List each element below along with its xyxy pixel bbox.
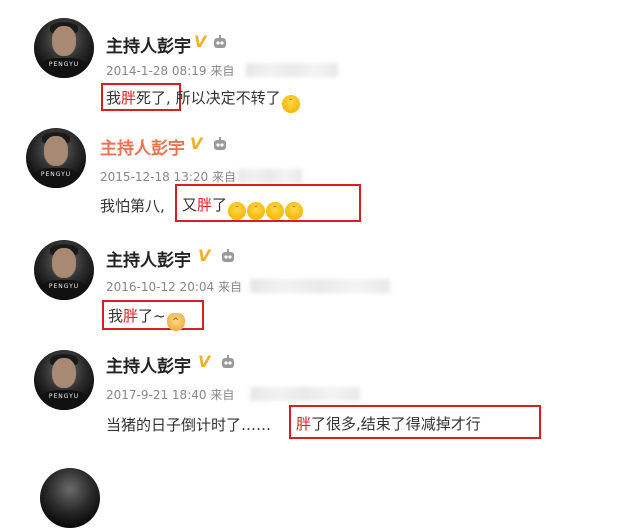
post-meta: 2017-9-21 18:40 来自 xyxy=(106,388,235,402)
avatar[interactable] xyxy=(40,468,100,528)
username[interactable]: 主持人彭宇 xyxy=(100,134,185,159)
cry-emoji-icon: ˘ xyxy=(228,202,247,220)
weibo-post: PENGYU 主持人彭宇 V 2017-9-21 18:40 来自 当猪的日子倒… xyxy=(0,340,640,528)
post-text-highlight: 胖了很多,结束了得减掉才行 xyxy=(296,413,481,434)
text-pre: 我 xyxy=(106,89,122,107)
avatar[interactable]: PENGYU xyxy=(26,128,86,188)
robot-icon xyxy=(222,249,234,262)
avatar-tag: PENGYU xyxy=(48,283,80,290)
avatar[interactable]: PENGYU xyxy=(34,18,94,78)
post-text: 我胖了~ ^ xyxy=(108,305,185,331)
post-text: 我胖死了, 所以决定不转了 ˘ xyxy=(106,87,300,113)
post-meta: 2016-10-12 20:04 来自 xyxy=(106,280,242,294)
blurred-source xyxy=(250,279,390,293)
cry-emoji-icon: ˘ xyxy=(285,202,304,220)
text-post: 了 xyxy=(212,196,228,214)
text-before: 当猪的日子倒计时了…… xyxy=(106,416,272,434)
avatar-tag: PENGYU xyxy=(48,393,80,400)
text-pre: 又 xyxy=(182,196,198,214)
post-text-highlight: 又胖了 ˘ ˘ ˘ ˘ xyxy=(182,194,304,220)
text-after: 所以决定不转了 xyxy=(170,89,281,107)
cry-emoji-icon: ˘ xyxy=(266,202,285,220)
highlight-word: 胖 xyxy=(197,196,213,214)
weibo-post: PENGYU 主持人彭宇 V 2015-12-18 13:20 来自 我怕第八,… xyxy=(0,118,640,230)
post-meta: 2014-1-28 08:19 来自 xyxy=(106,64,235,78)
text-post: 了很多,结束了得减掉才行 xyxy=(311,415,481,433)
robot-icon xyxy=(214,35,226,48)
avatar-tag: PENGYU xyxy=(48,61,80,68)
verified-v-icon: V xyxy=(194,32,207,51)
blurred-source xyxy=(250,387,360,401)
robot-icon xyxy=(214,137,226,150)
verified-v-icon: V xyxy=(198,352,211,371)
post-meta: 2015-12-18 13:20 来自 xyxy=(100,170,236,184)
blurred-source xyxy=(238,169,302,183)
post-text: 当猪的日子倒计时了…… xyxy=(106,414,271,435)
highlight-word: 胖 xyxy=(123,307,139,325)
avatar-tag: PENGYU xyxy=(40,171,72,178)
verified-v-icon: V xyxy=(190,134,203,153)
text-before: 我怕第八, xyxy=(100,197,165,215)
username[interactable]: 主持人彭宇 xyxy=(106,246,191,271)
avatar[interactable]: PENGYU xyxy=(34,350,94,410)
username[interactable]: 主持人彭宇 xyxy=(106,352,191,377)
cry-emoji-icon: ˘ xyxy=(247,202,266,220)
post-text: 我怕第八, xyxy=(100,195,165,216)
blurred-source xyxy=(246,63,338,77)
cry-emoji-icon: ˘ xyxy=(281,95,300,113)
highlight-word: 胖 xyxy=(296,415,312,433)
username[interactable]: 主持人彭宇 xyxy=(106,32,191,57)
verified-v-icon: V xyxy=(198,246,211,265)
highlight-word: 胖 xyxy=(121,89,137,107)
weibo-post: PENGYU 主持人彭宇 V 2014-1-28 08:19 来自 我胖死了, … xyxy=(0,0,640,118)
avatar[interactable]: PENGYU xyxy=(34,240,94,300)
robot-icon xyxy=(222,355,234,368)
pray-emoji-icon: ^ xyxy=(166,313,185,331)
weibo-post: PENGYU 主持人彭宇 V 2016-10-12 20:04 来自 我胖了~ ^ xyxy=(0,230,640,340)
text-pre: 我 xyxy=(108,307,124,325)
text-post: 了~ xyxy=(138,307,166,325)
text-post: 死了, xyxy=(136,89,171,107)
